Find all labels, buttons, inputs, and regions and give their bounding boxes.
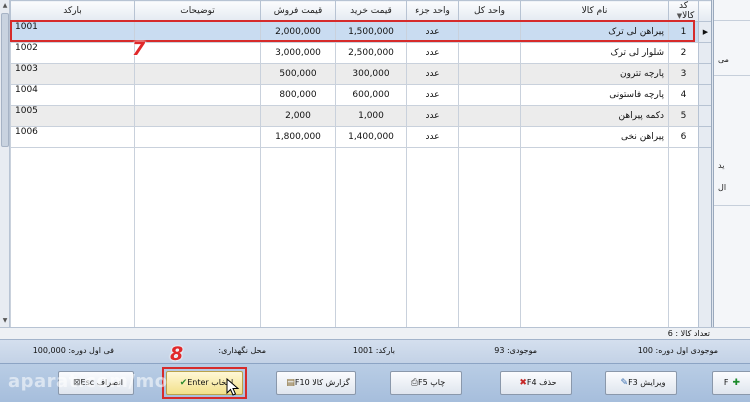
- storage-location-label: محل نگهداری:: [218, 346, 266, 355]
- col-header-barcode[interactable]: بارکد: [10, 0, 135, 22]
- products-table: کد کالا▼ نام کالا واحد کل واحد جزء قیمت …: [10, 0, 711, 327]
- panel-label-fragment: می: [718, 55, 729, 64]
- products-grid[interactable]: ▲ ▼ کد کالا▼ نام کالا واحد کل واحد جزء ق…: [0, 0, 712, 327]
- col-header-buy-price[interactable]: قیمت خرید: [335, 0, 407, 22]
- panel-label-fragment: ید: [718, 161, 725, 170]
- item-info-bar: موجودی اول دوره: 100 موجودی: 93 بارکد: 1…: [0, 339, 750, 363]
- annotation-marker-8: 8: [170, 343, 184, 365]
- vertical-scrollbar[interactable]: ▲ ▼: [0, 0, 10, 327]
- initial-stock-label: موجودی اول دوره: 100: [637, 346, 718, 355]
- col-header-code[interactable]: کد کالا▼: [668, 0, 699, 22]
- right-side-panel: می ید ال: [713, 0, 750, 327]
- delete-button[interactable]: حذف F4✖: [500, 371, 572, 395]
- print-button[interactable]: چاپ F5⎙: [390, 371, 462, 395]
- report-icon: ▤: [286, 378, 295, 388]
- table-empty-area: [10, 147, 711, 327]
- record-count-bar: تعداد کالا : 6: [0, 327, 750, 339]
- row-indicator-header: [698, 0, 711, 22]
- table-header: کد کالا▼ نام کالا واحد کل واحد جزء قیمت …: [10, 0, 711, 22]
- edit-icon: ✎: [620, 378, 629, 388]
- scroll-thumb[interactable]: [1, 13, 9, 147]
- panel-label-fragment: ال: [718, 183, 727, 192]
- barcode-label: بارکد: 1001: [352, 346, 395, 355]
- plus-icon: ✚: [732, 378, 741, 388]
- initial-price-label: فی اول دوره: 100,000: [32, 346, 114, 355]
- edit-button[interactable]: ویرایش F3✎: [605, 371, 677, 395]
- current-row-icon: ▶: [698, 21, 711, 43]
- col-header-unit-part[interactable]: واحد جزء: [406, 0, 459, 22]
- highlight-box-selected-row: [10, 20, 695, 42]
- stock-label: موجودی: 93: [494, 346, 537, 355]
- item-report-button[interactable]: گزارش کالا F10▤: [276, 371, 356, 395]
- col-header-unit-total[interactable]: واحد کل: [458, 0, 521, 22]
- table-row[interactable]: 4 پارچه فاستونی عدد 600,000 800,000 1004: [10, 84, 711, 106]
- col-header-sell-price[interactable]: قیمت فروش: [260, 0, 336, 22]
- watermark-text: aparat.com/mo: [8, 371, 168, 392]
- table-row[interactable]: 5 دکمه پیراهن عدد 1,000 2,000 1005: [10, 105, 711, 127]
- mouse-cursor-icon: [226, 378, 240, 396]
- add-button[interactable]: ✚F: [712, 371, 750, 395]
- table-row[interactable]: 6 پیراهن نخی عدد 1,400,000 1,800,000 100…: [10, 126, 711, 148]
- col-header-description[interactable]: توضیحات: [134, 0, 261, 22]
- printer-icon: ⎙: [410, 378, 419, 388]
- col-header-name[interactable]: نام کالا: [520, 0, 669, 22]
- scroll-down-icon[interactable]: ▼: [0, 315, 10, 327]
- scroll-up-icon[interactable]: ▲: [0, 0, 10, 12]
- table-row[interactable]: 2 شلوار لی ترک عدد 2,500,000 3,000,000 1…: [10, 42, 711, 64]
- delete-icon: ✖: [519, 378, 527, 388]
- table-row[interactable]: 3 پارچه تترون عدد 300,000 500,000 1003: [10, 63, 711, 85]
- annotation-marker-7: 7: [132, 38, 146, 60]
